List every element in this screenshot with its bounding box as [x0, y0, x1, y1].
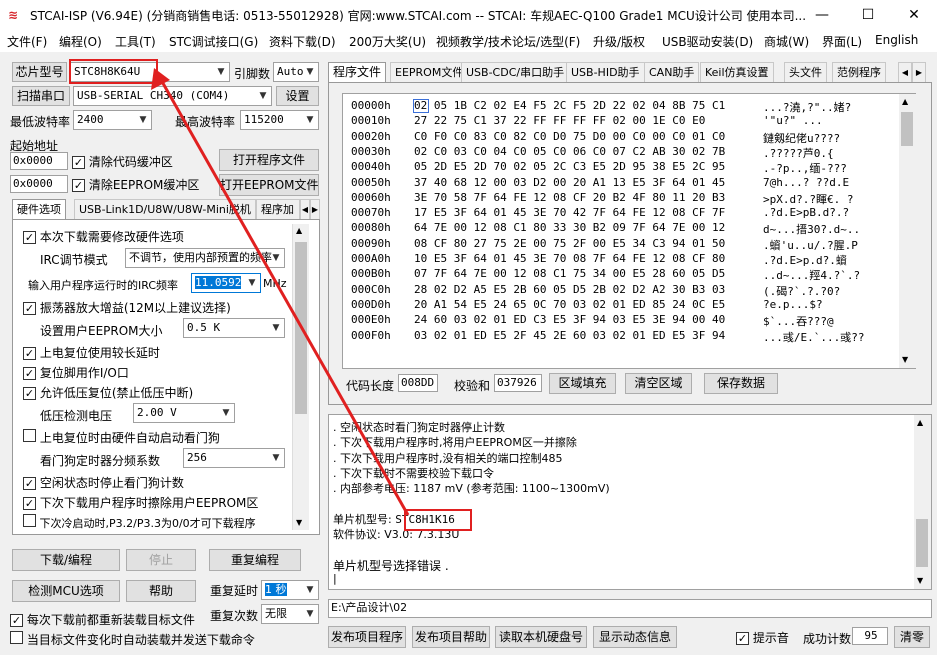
annotation-arrow-head	[151, 68, 170, 90]
annotation-arrow	[151, 68, 410, 516]
annotation-arrow-line	[158, 77, 410, 516]
